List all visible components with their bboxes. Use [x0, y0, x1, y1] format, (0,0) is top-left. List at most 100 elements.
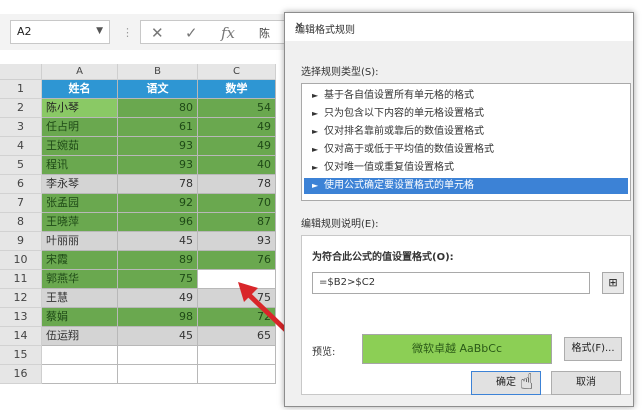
chinese-score-cell[interactable]: 89: [118, 251, 198, 270]
row-header[interactable]: 5: [0, 156, 42, 175]
rule-type-text: 仅对高于或低于平均值的数值设置格式: [324, 144, 494, 155]
row-header[interactable]: 6: [0, 175, 42, 194]
bullet-icon: ►: [312, 91, 319, 100]
column-header-a[interactable]: A: [42, 64, 118, 80]
row-header[interactable]: 7: [0, 194, 42, 213]
name-cell[interactable]: 任占明: [42, 118, 118, 137]
header-cell[interactable]: 姓名: [42, 80, 118, 99]
rule-type-item[interactable]: ► 基于各自值设置所有单元格的格式: [304, 88, 628, 104]
format-preview: 微软卓越 AaBbCc: [362, 334, 552, 364]
header-cell[interactable]: 语文: [118, 80, 198, 99]
name-cell[interactable]: 叶丽丽: [42, 232, 118, 251]
math-score-cell[interactable]: 70: [198, 194, 276, 213]
row-header[interactable]: 13: [0, 308, 42, 327]
name-cell[interactable]: 郭燕华: [42, 270, 118, 289]
rule-type-list: ► 基于各自值设置所有单元格的格式 ► 只为包含以下内容的单元格设置格式 ► 仅对排名靠前…: [301, 83, 631, 201]
empty-cell[interactable]: [198, 346, 276, 365]
math-score-cell[interactable]: 49: [198, 118, 276, 137]
row-header[interactable]: 10: [0, 251, 42, 270]
math-score-cell[interactable]: 40: [198, 156, 276, 175]
row-header[interactable]: 4: [0, 137, 42, 156]
empty-cell[interactable]: [118, 346, 198, 365]
row-header[interactable]: 14: [0, 327, 42, 346]
chinese-score-cell[interactable]: 45: [118, 232, 198, 251]
cancel-icon[interactable]: ✕: [151, 24, 164, 42]
rule-type-item[interactable]: ► 只为包含以下内容的单元格设置格式: [304, 106, 628, 122]
math-score-cell[interactable]: 49: [198, 137, 276, 156]
formula-label: 为符合此公式的值设置格式(O):: [312, 252, 454, 263]
edit-format-rule-dialog: 编辑格式规则 ✕ 选择规则类型(S): ► 基于各自值设置所有单元格的格式 ► 只为包…: [284, 12, 634, 407]
name-cell[interactable]: 王婉茹: [42, 137, 118, 156]
cancel-button[interactable]: 取消: [551, 371, 621, 395]
empty-cell[interactable]: [198, 365, 276, 384]
row-header[interactable]: 9: [0, 232, 42, 251]
chinese-score-cell[interactable]: 93: [118, 137, 198, 156]
chinese-score-cell[interactable]: 45: [118, 327, 198, 346]
row-header[interactable]: 2: [0, 99, 42, 118]
rule-type-item[interactable]: ► 仅对高于或低于平均值的数值设置格式: [304, 142, 628, 158]
chinese-score-cell[interactable]: 75: [118, 270, 198, 289]
bullet-icon: ►: [312, 181, 319, 190]
hand-cursor-icon: ☝: [520, 370, 534, 395]
formula-input[interactable]: =$B2>$C2: [312, 272, 590, 294]
math-score-cell[interactable]: 93: [198, 232, 276, 251]
chinese-score-cell[interactable]: 93: [118, 156, 198, 175]
enter-icon[interactable]: ✓: [185, 24, 198, 42]
row-header[interactable]: 12: [0, 289, 42, 308]
chevron-down-icon[interactable]: ▼: [96, 26, 103, 36]
name-cell[interactable]: 蔡娟: [42, 308, 118, 327]
column-header-c[interactable]: C: [198, 64, 276, 80]
rule-type-text: 只为包含以下内容的单元格设置格式: [324, 108, 484, 119]
math-score-cell[interactable]: 87: [198, 213, 276, 232]
math-score-cell[interactable]: 54: [198, 99, 276, 118]
name-cell[interactable]: 王晓萍: [42, 213, 118, 232]
rule-type-label: 选择规则类型(S):: [301, 67, 379, 78]
format-button[interactable]: 格式(F)...: [564, 337, 622, 361]
name-cell[interactable]: 王慧: [42, 289, 118, 308]
empty-cell[interactable]: [42, 365, 118, 384]
name-box[interactable]: A2 ▼: [10, 20, 110, 44]
insert-function-icon[interactable]: fx: [221, 24, 235, 42]
formula-bar[interactable]: ✕ ✓ fx 陈: [140, 20, 300, 44]
row-header[interactable]: 8: [0, 213, 42, 232]
bullet-icon: ►: [312, 127, 319, 136]
close-icon[interactable]: ✕: [295, 21, 625, 32]
row-header[interactable]: 1: [0, 80, 42, 99]
column-header-b[interactable]: B: [118, 64, 198, 80]
bullet-icon: ►: [312, 145, 319, 154]
empty-cell[interactable]: [118, 365, 198, 384]
name-cell[interactable]: 程讯: [42, 156, 118, 175]
empty-cell[interactable]: [42, 346, 118, 365]
header-cell[interactable]: 数学: [198, 80, 276, 99]
toolbar-separator: ⋮: [122, 26, 133, 39]
chinese-score-cell[interactable]: 78: [118, 175, 198, 194]
row-header[interactable]: 16: [0, 365, 42, 384]
rule-type-item[interactable]: ► 仅对排名靠前或靠后的数值设置格式: [304, 124, 628, 140]
formula-content[interactable]: 陈: [259, 25, 270, 41]
bullet-icon: ►: [312, 163, 319, 172]
row-header[interactable]: 15: [0, 346, 42, 365]
select-all-corner[interactable]: [0, 64, 42, 80]
dialog-title-bar: 编辑格式规则 ✕: [285, 13, 633, 41]
chinese-score-cell[interactable]: 61: [118, 118, 198, 137]
chinese-score-cell[interactable]: 96: [118, 213, 198, 232]
name-cell[interactable]: 伍运翔: [42, 327, 118, 346]
name-box-value: A2: [17, 25, 32, 38]
range-select-icon[interactable]: ⊞: [602, 272, 624, 294]
rule-type-text: 基于各自值设置所有单元格的格式: [324, 90, 474, 101]
rule-type-text: 仅对排名靠前或靠后的数值设置格式: [324, 126, 484, 137]
name-cell[interactable]: 宋霞: [42, 251, 118, 270]
chinese-score-cell[interactable]: 49: [118, 289, 198, 308]
name-cell[interactable]: 李永琴: [42, 175, 118, 194]
name-cell[interactable]: 张孟园: [42, 194, 118, 213]
row-header[interactable]: 3: [0, 118, 42, 137]
chinese-score-cell[interactable]: 80: [118, 99, 198, 118]
row-header[interactable]: 11: [0, 270, 42, 289]
chinese-score-cell[interactable]: 92: [118, 194, 198, 213]
name-cell[interactable]: 陈小琴: [42, 99, 118, 118]
math-score-cell[interactable]: 76: [198, 251, 276, 270]
rule-type-item[interactable]: ► 使用公式确定要设置格式的单元格: [304, 178, 628, 194]
rule-type-item[interactable]: ► 仅对唯一值或重复值设置格式: [304, 160, 628, 176]
chinese-score-cell[interactable]: 98: [118, 308, 198, 327]
math-score-cell[interactable]: 78: [198, 175, 276, 194]
